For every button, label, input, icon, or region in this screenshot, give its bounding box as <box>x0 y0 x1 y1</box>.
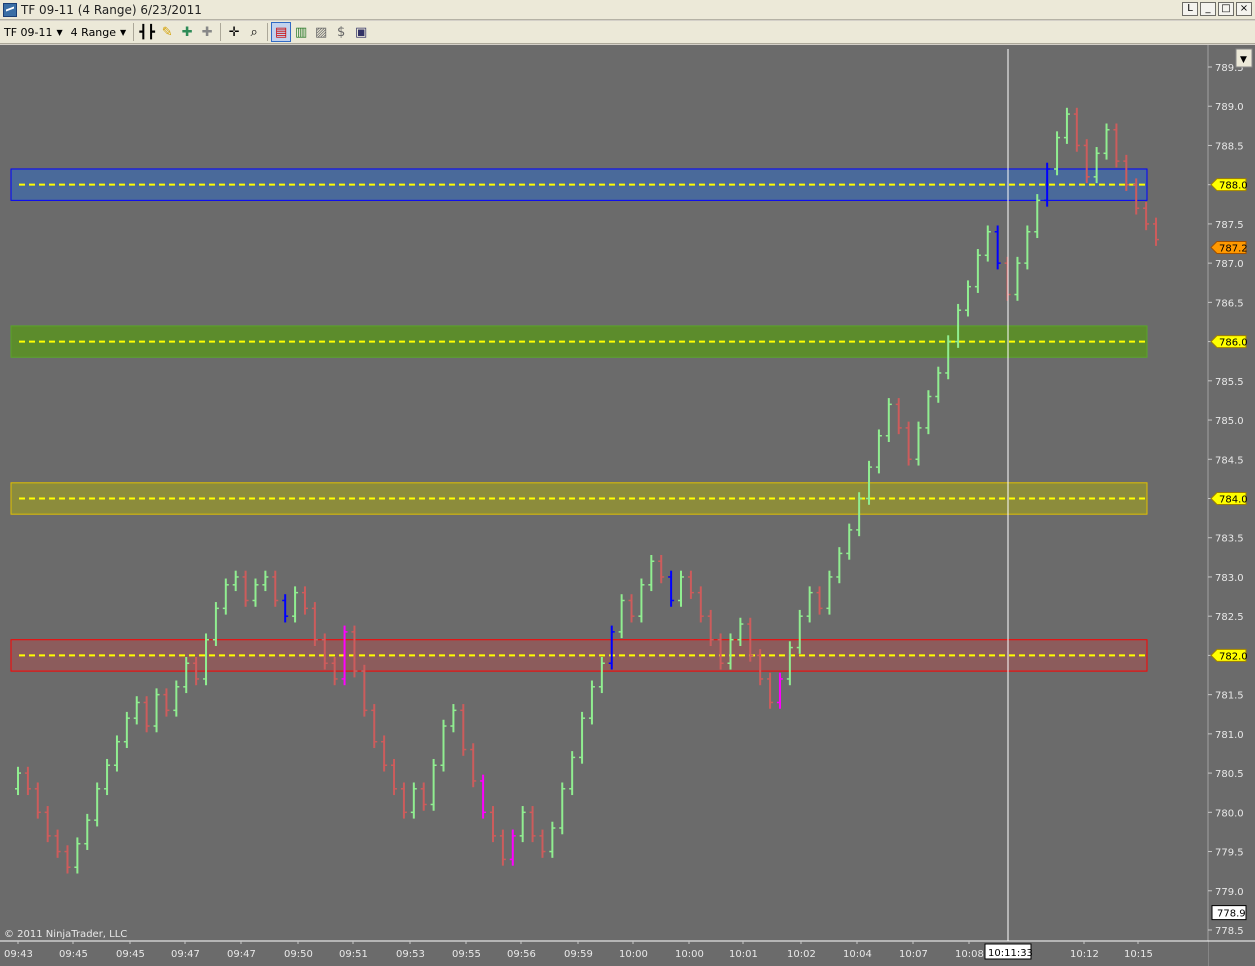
x-tick-label: 10:04 <box>843 949 872 960</box>
y-tick-label: 782.5 <box>1215 612 1244 623</box>
x-tick-label: 10:00 <box>619 949 648 960</box>
x-tick-label: 10:01 <box>729 949 758 960</box>
zone-price-label: 786.0 <box>1219 338 1248 349</box>
x-tick-label: 10:02 <box>787 949 816 960</box>
crosshair-price-label: 778.9 <box>1217 909 1246 920</box>
crosshair-icon[interactable]: ✛ <box>224 22 244 42</box>
bar-chart-icon[interactable]: ▥ <box>291 22 311 42</box>
period-label: 4 Range <box>70 25 117 39</box>
chart-trader-icon[interactable]: ▤ <box>271 22 292 42</box>
x-tick-label: 09:45 <box>116 949 145 960</box>
y-tick-label: 789.0 <box>1215 102 1244 113</box>
y-tick-label: 787.5 <box>1215 220 1244 231</box>
copyright-text: © 2011 NinjaTrader, LLC <box>4 929 128 940</box>
x-tick-label: 09:50 <box>284 949 313 960</box>
y-tick-label: 783.0 <box>1215 573 1244 584</box>
maximize-button[interactable]: □ <box>1218 2 1234 16</box>
x-tick-label: 09:55 <box>452 949 481 960</box>
x-tick-label: 09:53 <box>396 949 425 960</box>
magnify-icon[interactable]: ⌕ <box>244 22 264 42</box>
draw-pencil-icon[interactable]: ✎ <box>157 22 177 42</box>
toolbar-divider <box>133 23 135 41</box>
x-tick-label: 09:56 <box>507 949 536 960</box>
y-tick-label: 784.5 <box>1215 455 1244 466</box>
y-tick-label: 783.5 <box>1215 534 1244 545</box>
x-tick-label: 09:51 <box>339 949 368 960</box>
y-tick-label: 787.0 <box>1215 259 1244 270</box>
price-chart[interactable]: 789.5789.0788.5788.0787.5787.0786.5786.0… <box>0 45 1255 966</box>
data-box-icon[interactable]: ▨ <box>311 22 331 42</box>
x-tick-label: 09:43 <box>4 949 33 960</box>
zoom-in-icon[interactable]: ✚ <box>177 22 197 42</box>
instrument-label: TF 09-11 <box>4 25 53 39</box>
panel-icon[interactable]: ▣ <box>351 22 371 42</box>
x-tick-label: 10:00 <box>675 949 704 960</box>
close-button[interactable]: × <box>1236 2 1252 16</box>
y-tick-label: 779.5 <box>1215 848 1244 859</box>
zone-price-label: 788.0 <box>1219 181 1248 192</box>
y-tick-label: 780.0 <box>1215 808 1244 819</box>
chart-toolbar: TF 09-11 ▼ 4 Range ▼ ┫┣ ✎ ✚ ✚ ✛ ⌕ ▤ ▥ ▨ … <box>0 21 1255 44</box>
x-tick-label: 10:15 <box>1124 949 1153 960</box>
zoom-out-icon[interactable]: ✚ <box>197 22 217 42</box>
x-tick-label: 09:45 <box>59 949 88 960</box>
zone-price-label: 784.0 <box>1219 495 1248 506</box>
y-tick-label: 778.5 <box>1215 926 1244 937</box>
period-selector[interactable]: 4 Range ▼ <box>67 22 131 43</box>
x-tick-label: 09:47 <box>171 949 200 960</box>
window-title: TF 09-11 (4 Range) 6/23/2011 <box>21 2 202 17</box>
chevron-down-icon: ▼ <box>56 27 63 37</box>
instrument-selector[interactable]: TF 09-11 ▼ <box>0 22 67 43</box>
bar-style-icon[interactable]: ┫┣ <box>137 22 157 42</box>
toolbar-divider <box>267 23 269 41</box>
y-tick-label: 788.5 <box>1215 141 1244 152</box>
zone-price-label: 782.0 <box>1219 651 1248 662</box>
y-tick-label: 781.5 <box>1215 691 1244 702</box>
y-tick-label: 780.5 <box>1215 769 1244 780</box>
minimize-button[interactable]: _ <box>1200 2 1216 16</box>
help-button[interactable]: L <box>1182 2 1198 16</box>
crosshair-time-label: 10:11:33 <box>988 948 1033 959</box>
last-price-label: 787.2 <box>1219 243 1248 254</box>
x-tick-label: 09:59 <box>564 949 593 960</box>
toolbar-divider <box>220 23 222 41</box>
y-tick-label: 785.5 <box>1215 377 1244 388</box>
app-icon <box>3 2 17 17</box>
x-tick-label: 10:07 <box>899 949 928 960</box>
y-tick-label: 785.0 <box>1215 416 1244 427</box>
title-bar: TF 09-11 (4 Range) 6/23/2011 L _ □ × <box>0 0 1255 20</box>
y-tick-label: 781.0 <box>1215 730 1244 741</box>
chevron-down-icon: ▼ <box>1240 55 1247 65</box>
y-tick-label: 786.5 <box>1215 298 1244 309</box>
y-tick-label: 779.0 <box>1215 887 1244 898</box>
x-tick-label: 09:47 <box>227 949 256 960</box>
chevron-down-icon: ▼ <box>120 27 127 37</box>
properties-icon[interactable]: $ <box>331 22 351 42</box>
chart-panel[interactable]: 789.5789.0788.5788.0787.5787.0786.5786.0… <box>0 45 1255 966</box>
x-tick-label: 10:08 <box>955 949 984 960</box>
x-tick-label: 10:12 <box>1070 949 1099 960</box>
